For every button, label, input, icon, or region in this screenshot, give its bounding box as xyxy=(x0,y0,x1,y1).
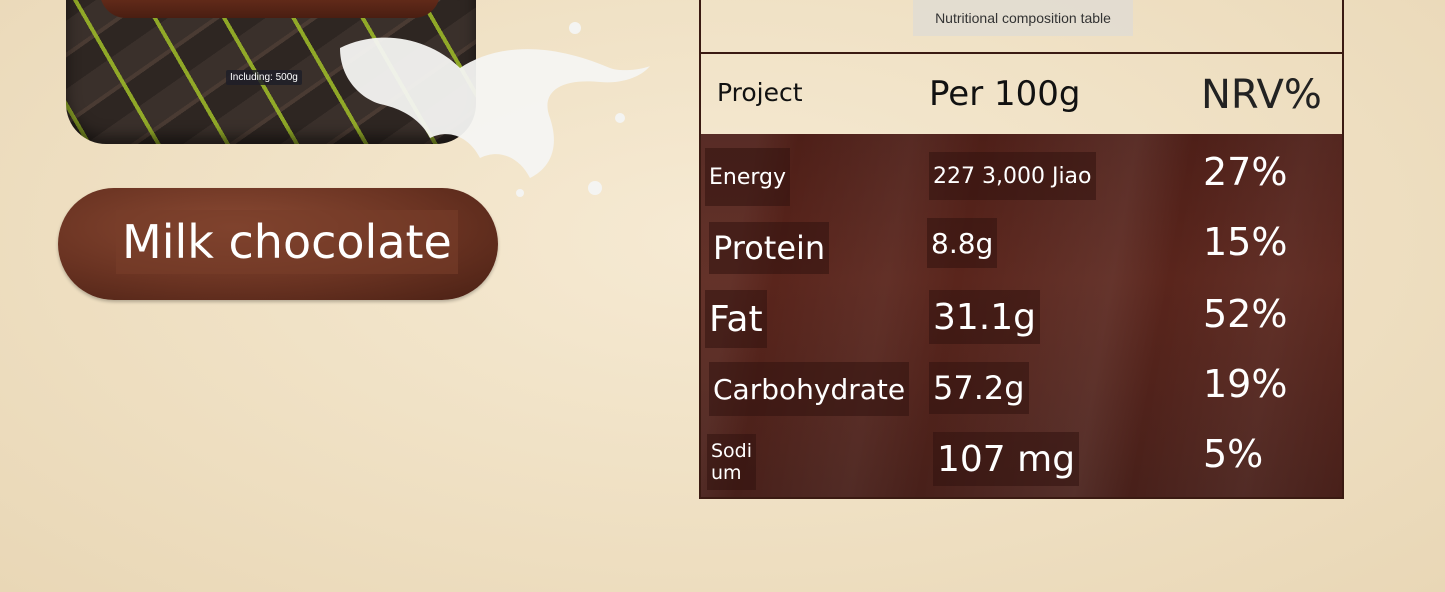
product-name: Milk chocolate xyxy=(116,210,458,274)
row-sodium-nrv: 5% xyxy=(1203,432,1264,476)
header-per-100g: Per 100g xyxy=(929,74,1081,114)
row-fat-nrv: 52% xyxy=(1203,292,1288,336)
table-caption: Nutritional composition table xyxy=(913,0,1133,36)
nutrition-table: Nutritional composition table Project Pe… xyxy=(699,0,1344,499)
row-energy-nrv: 27% xyxy=(1203,150,1288,194)
table-caption-area: Nutritional composition table xyxy=(701,0,1342,54)
row-protein-item: Protein xyxy=(709,222,830,274)
row-carbohydrate-per: 57.2g xyxy=(929,362,1029,414)
row-sodium-per: 107 mg xyxy=(933,432,1080,486)
including-weight-tag: Including: 500g xyxy=(226,70,302,85)
row-protein-nrv: 15% xyxy=(1203,220,1288,264)
row-carbohydrate-nrv: 19% xyxy=(1203,362,1288,406)
header-nrv: NRV% xyxy=(1201,72,1322,118)
table-body: Energy 227 3,000 Jiao 27% Protein 8.8g 1… xyxy=(701,134,1342,497)
milk-splash-image xyxy=(340,22,650,197)
row-protein-per: 8.8g xyxy=(927,218,998,268)
row-fat-item: Fat xyxy=(705,290,767,348)
row-carbohydrate-item: Carbohydrate xyxy=(709,362,910,416)
row-energy-item: Energy xyxy=(705,148,791,206)
table-header-row: Project Per 100g NRV% xyxy=(701,54,1342,134)
row-sodium-item: Sodi um xyxy=(707,434,757,490)
header-project: Project xyxy=(717,78,803,107)
row-fat-per: 31.1g xyxy=(929,290,1041,344)
row-energy-per: 227 3,000 Jiao xyxy=(929,152,1096,200)
